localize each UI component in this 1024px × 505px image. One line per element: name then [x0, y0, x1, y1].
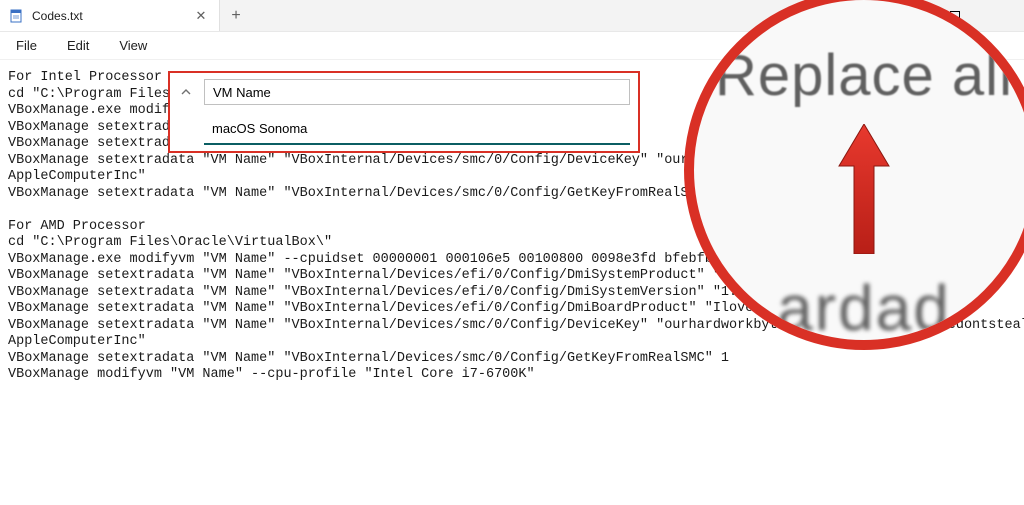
find-replace-panel: [168, 71, 640, 153]
close-window-button[interactable]: [978, 0, 1024, 31]
find-input[interactable]: [204, 79, 630, 105]
new-tab-button[interactable]: +: [220, 0, 252, 31]
close-tab-button[interactable]: ✕: [193, 8, 209, 24]
menu-file[interactable]: File: [12, 36, 41, 55]
menu-view[interactable]: View: [115, 36, 151, 55]
menu-edit[interactable]: Edit: [63, 36, 93, 55]
replace-input[interactable]: [204, 113, 630, 145]
arrow-icon: [834, 124, 894, 259]
tab-active[interactable]: Codes.txt ✕: [0, 0, 220, 31]
collapse-icon[interactable]: [178, 84, 194, 100]
tab-title: Codes.txt: [32, 9, 185, 23]
zoom-label: Replace all: [715, 42, 1013, 109]
notepad-icon: [8, 8, 24, 24]
zoom-cut-text: ardad: [777, 271, 951, 345]
